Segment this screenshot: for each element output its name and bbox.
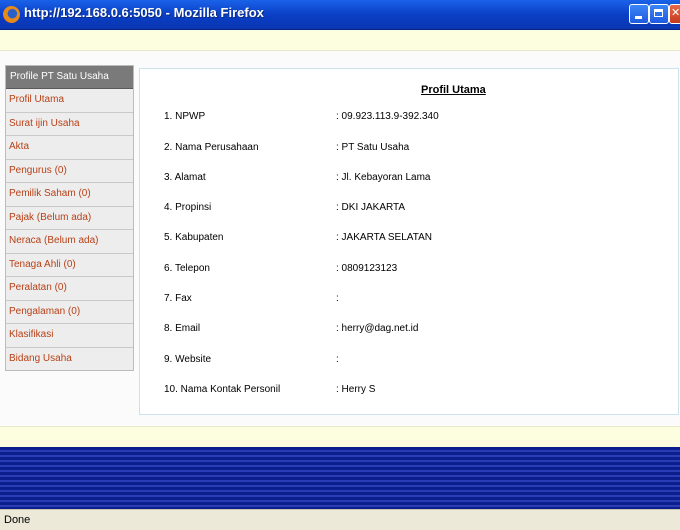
footer-banner (0, 447, 680, 509)
field-value: : PT Satu Usaha (336, 142, 410, 153)
field-label: 9. Website (164, 354, 212, 365)
sidebar-item-bidang-usaha[interactable]: Bidang Usaha (6, 347, 133, 370)
field-label: 1. NPWP (164, 111, 206, 122)
profile-row: 1. NPWP : 09.923.113.9-392.340 (140, 111, 678, 125)
footer-bar (0, 426, 680, 448)
sidebar-item-pengalaman[interactable]: Pengalaman (0) (6, 300, 133, 324)
field-value: : (336, 354, 339, 365)
sidebar-item-pengurus[interactable]: Pengurus (0) (6, 159, 133, 183)
profile-row: 6. Telepon : 0809123123 (140, 263, 678, 277)
top-bar (0, 30, 680, 51)
sidebar-menu: Profile PT Satu Usaha Profil Utama Surat… (5, 65, 134, 371)
sidebar-item-akta[interactable]: Akta (6, 136, 133, 160)
profile-row: 2. Nama Perusahaan : PT Satu Usaha (140, 142, 678, 156)
field-label: 10. Nama Kontak Personil (164, 384, 281, 395)
field-value: : 0809123123 (336, 263, 398, 274)
profile-row: 10. Nama Kontak Personil : Herry S (140, 384, 678, 398)
close-button[interactable] (669, 4, 680, 24)
sidebar-item-tenaga-ahli[interactable]: Tenaga Ahli (0) (6, 253, 133, 277)
firefox-icon (3, 6, 20, 23)
sidebar-item-pajak[interactable]: Pajak (Belum ada) (6, 206, 133, 230)
sidebar-item-peralatan[interactable]: Peralatan (0) (6, 277, 133, 301)
field-value: : herry@dag.net.id (336, 323, 419, 334)
field-label: 5. Kabupaten (164, 232, 224, 243)
sidebar-item-neraca[interactable]: Neraca (Belum ada) (6, 230, 133, 254)
field-value: : (336, 293, 339, 304)
sidebar-item-klasifikasi[interactable]: Klasifikasi (6, 324, 133, 348)
field-value: : 09.923.113.9-392.340 (336, 111, 439, 122)
field-label: 3. Alamat (164, 172, 206, 183)
minimize-button[interactable] (629, 4, 649, 24)
field-value: : Herry S (336, 384, 376, 395)
profile-row: 8. Email : herry@dag.net.id (140, 323, 678, 337)
profile-row: 3. Alamat : Jl. Kebayoran Lama (140, 172, 678, 186)
profile-row: 7. Fax : (140, 293, 678, 307)
field-value: : JAKARTA SELATAN (336, 232, 432, 243)
panel-title: Profil Utama (421, 84, 486, 96)
profile-row: 4. Propinsi : DKI JAKARTA (140, 202, 678, 216)
profile-panel: Profil Utama 1. NPWP : 09.923.113.9-392.… (139, 68, 679, 415)
status-text: Done (4, 514, 31, 526)
window-title: http://192.168.0.6:5050 - Mozilla Firefo… (24, 5, 264, 20)
field-label: 8. Email (164, 323, 201, 334)
sidebar-header: Profile PT Satu Usaha (6, 66, 133, 89)
status-bar: Done (0, 509, 680, 530)
field-label: 6. Telepon (164, 263, 210, 274)
field-label: 7. Fax (164, 293, 192, 304)
profile-row: 9. Website : (140, 354, 678, 368)
window-title-bar[interactable]: http://192.168.0.6:5050 - Mozilla Firefo… (0, 0, 680, 30)
field-value: : Jl. Kebayoran Lama (336, 172, 431, 183)
sidebar-item-pemilik-saham[interactable]: Pemilik Saham (0) (6, 183, 133, 207)
sidebar-item-profil-utama[interactable]: Profil Utama (6, 89, 133, 113)
maximize-button[interactable] (649, 4, 669, 24)
field-value: : DKI JAKARTA (336, 202, 406, 213)
field-label: 2. Nama Perusahaan (164, 142, 259, 153)
profile-row: 5. Kabupaten : JAKARTA SELATAN (140, 232, 678, 246)
page-area: Profile PT Satu Usaha Profil Utama Surat… (0, 51, 680, 425)
sidebar-item-surat-ijin-usaha[interactable]: Surat ijin Usaha (6, 112, 133, 136)
field-label: 4. Propinsi (164, 202, 212, 213)
